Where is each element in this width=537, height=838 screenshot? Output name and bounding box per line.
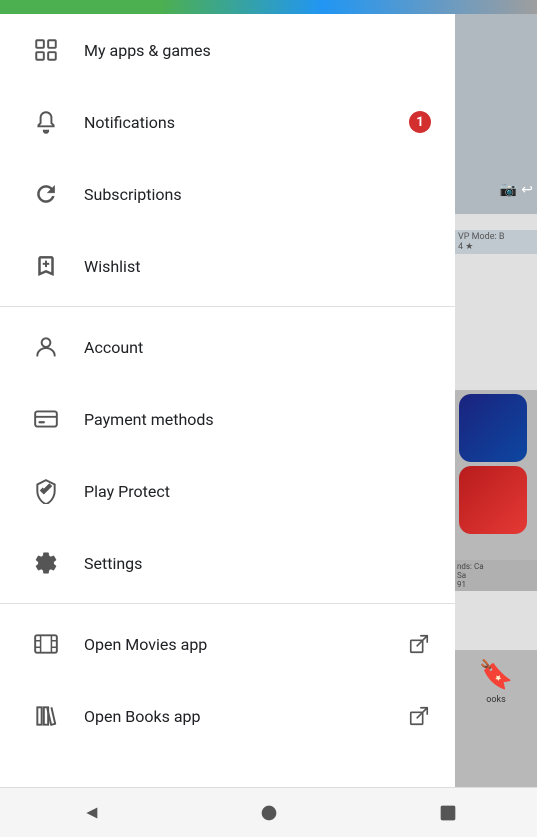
menu-item-payment-methods[interactable]: Payment methods bbox=[0, 383, 455, 455]
play-protect-label: Play Protect bbox=[84, 482, 431, 501]
notifications-label: Notifications bbox=[84, 113, 409, 132]
grid-icon bbox=[24, 28, 68, 72]
menu-item-settings[interactable]: Settings bbox=[0, 527, 455, 599]
app-card-2 bbox=[459, 466, 527, 534]
open-books-label: Open Books app bbox=[84, 707, 407, 726]
books-thumbnail-label: ooks bbox=[486, 695, 505, 705]
subscriptions-label: Subscriptions bbox=[84, 185, 431, 204]
film-icon bbox=[24, 622, 68, 666]
shield-icon bbox=[24, 469, 68, 513]
top-header-bar bbox=[0, 0, 537, 14]
menu-item-account[interactable]: Account bbox=[0, 311, 455, 383]
settings-label: Settings bbox=[84, 554, 431, 573]
menu-item-open-books[interactable]: Open Books app bbox=[0, 680, 455, 752]
my-apps-games-label: My apps & games bbox=[84, 41, 431, 60]
open-movies-external-icon bbox=[407, 632, 431, 656]
home-button[interactable] bbox=[244, 788, 294, 838]
open-movies-label: Open Movies app bbox=[84, 635, 407, 654]
payment-methods-label: Payment methods bbox=[84, 410, 431, 429]
gear-icon bbox=[24, 541, 68, 585]
bell-icon bbox=[24, 100, 68, 144]
bookmark-icon bbox=[24, 244, 68, 288]
recents-button[interactable] bbox=[423, 788, 473, 838]
refresh-icon bbox=[24, 172, 68, 216]
notifications-badge: 1 bbox=[409, 111, 431, 133]
divider-2 bbox=[0, 603, 455, 604]
menu-item-wishlist[interactable]: Wishlist bbox=[0, 230, 455, 302]
account-label: Account bbox=[84, 338, 431, 357]
menu-item-play-protect[interactable]: Play Protect bbox=[0, 455, 455, 527]
menu-items-container: My apps & games Notifications 1 Subscrip… bbox=[0, 14, 455, 787]
back-button[interactable] bbox=[65, 788, 115, 838]
app-card-1 bbox=[459, 394, 527, 462]
navigation-drawer: My apps & games Notifications 1 Subscrip… bbox=[0, 0, 455, 787]
menu-item-subscriptions[interactable]: Subscriptions bbox=[0, 158, 455, 230]
books-icon bbox=[24, 694, 68, 738]
credit-card-icon bbox=[24, 397, 68, 441]
divider-1 bbox=[0, 306, 455, 307]
right-icons: 📷↩ bbox=[455, 170, 537, 210]
menu-item-notifications[interactable]: Notifications 1 bbox=[0, 86, 455, 158]
books-thumbnail-icon: 🔖 bbox=[479, 658, 514, 691]
right-bottom-labels: nds: CaSa91 bbox=[455, 560, 537, 591]
wishlist-label: Wishlist bbox=[84, 257, 431, 276]
right-text-wp-mode: VP Mode: B4 ★ bbox=[455, 230, 537, 254]
open-books-external-icon bbox=[407, 704, 431, 728]
right-books-section: 🔖 ooks bbox=[455, 650, 537, 790]
menu-item-open-movies[interactable]: Open Movies app bbox=[0, 608, 455, 680]
bottom-navigation-bar bbox=[0, 787, 537, 837]
person-icon bbox=[24, 325, 68, 369]
menu-item-my-apps-games[interactable]: My apps & games bbox=[0, 14, 455, 86]
